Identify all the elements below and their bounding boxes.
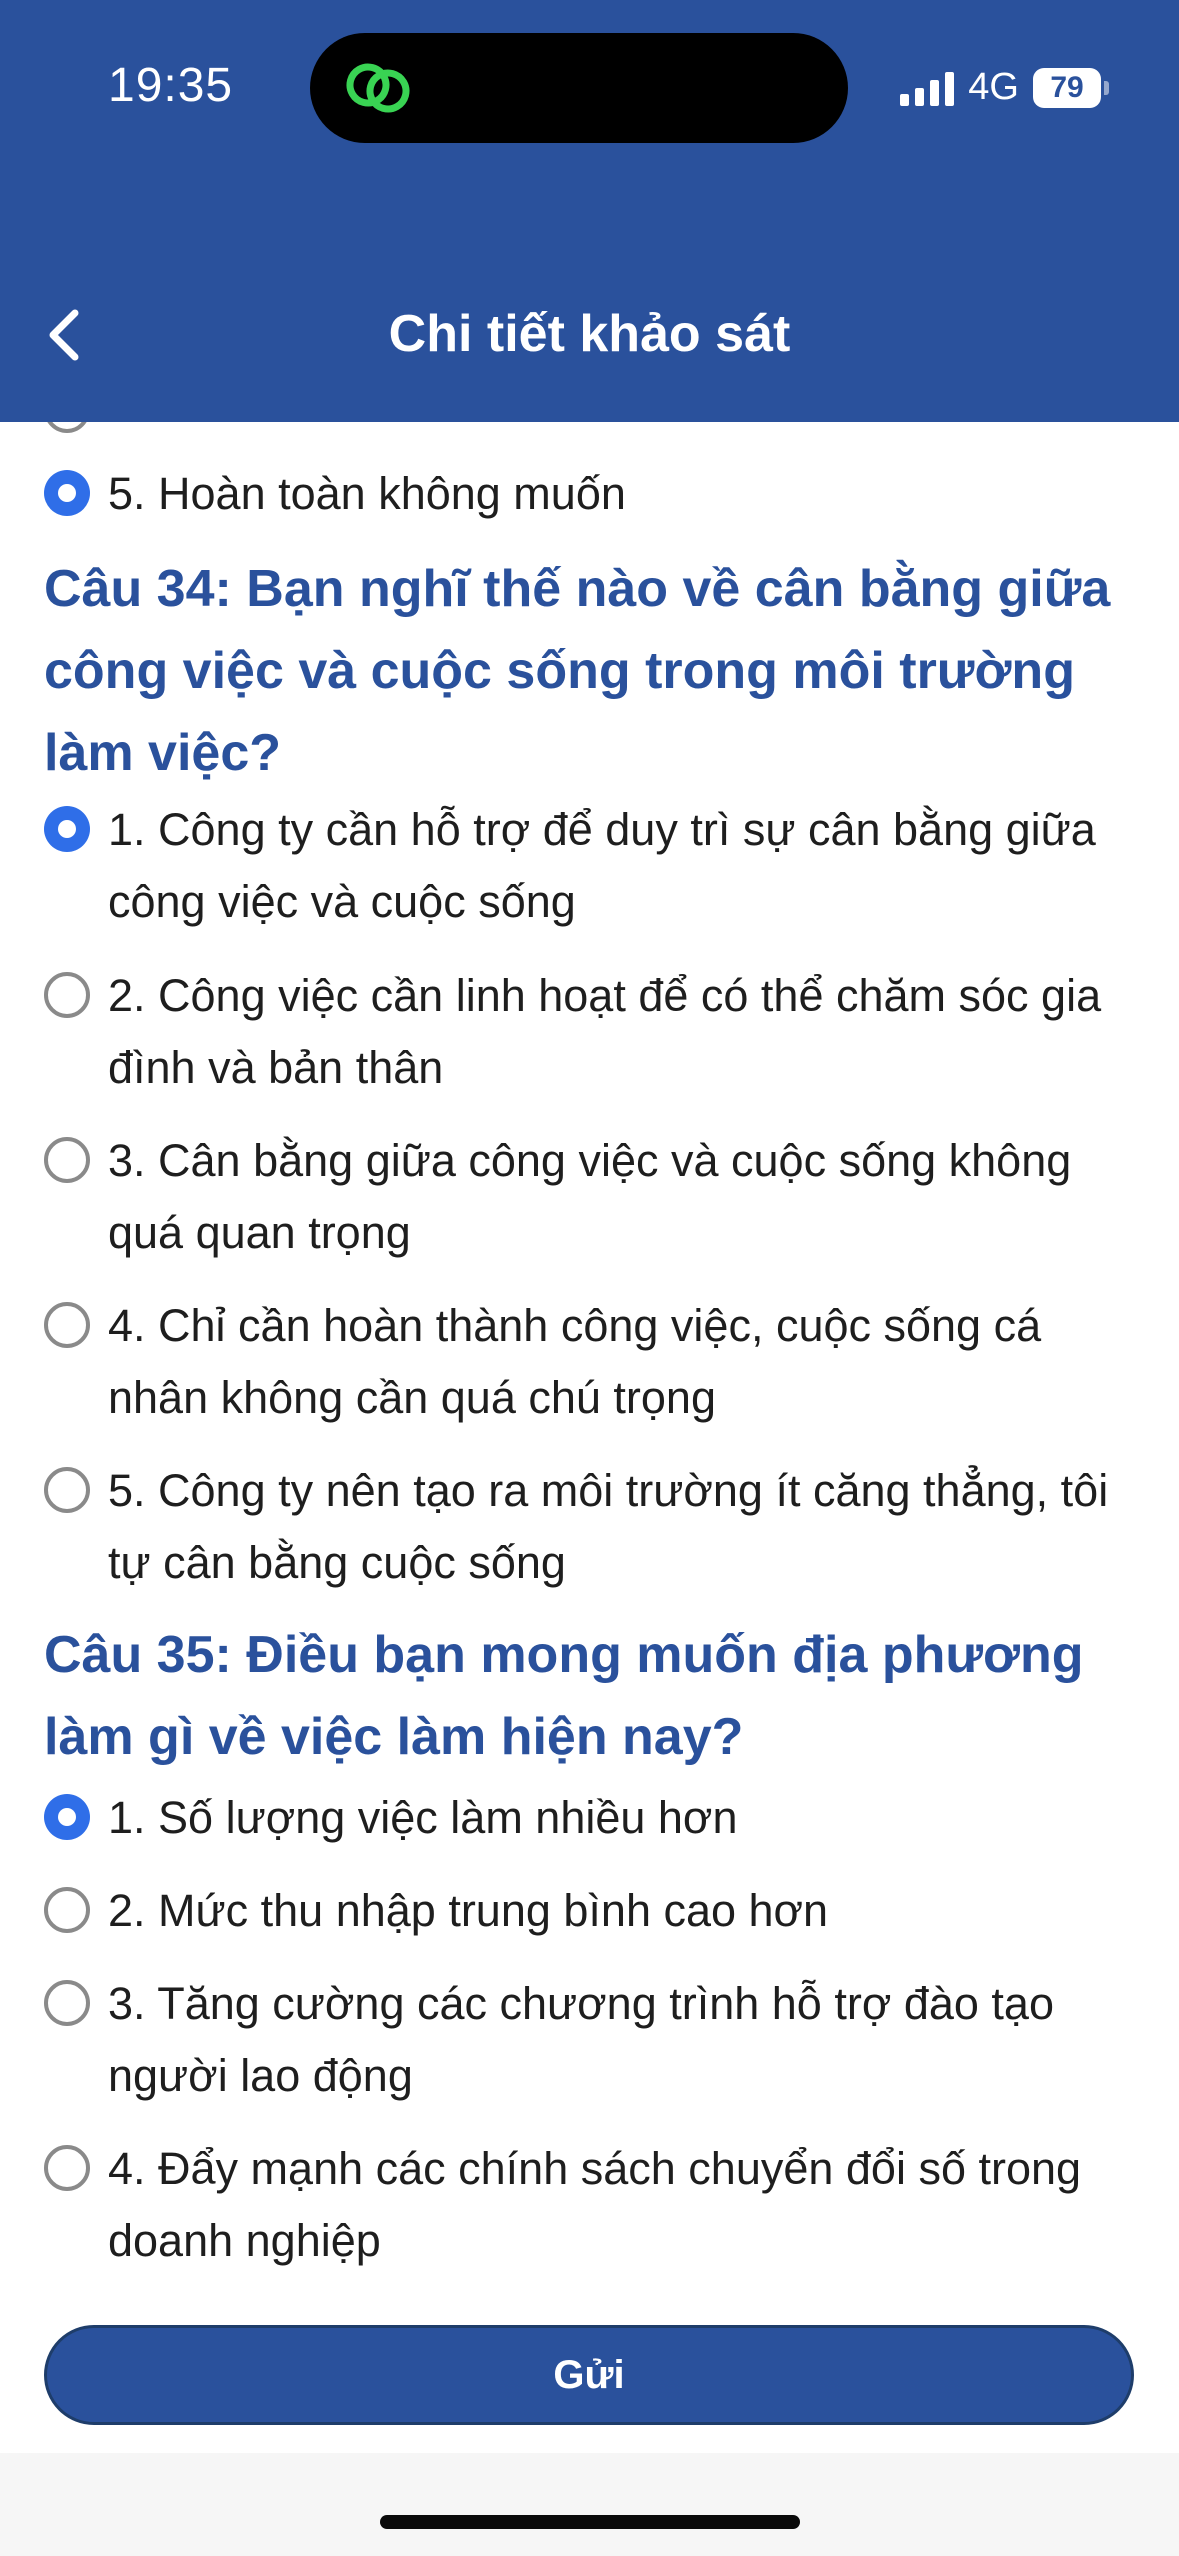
option-q34-3[interactable]: 3. Cân bằng giữa công việc và cuộc sống … [44, 1125, 1144, 1269]
option-q35-1[interactable]: 1. Số lượng việc làm nhiều hơn [44, 1782, 1144, 1854]
radio-button[interactable] [44, 1887, 90, 1933]
question-35-title: Câu 35: Điều bạn mong muốn địa phương là… [44, 1626, 1084, 1766]
option-label: 1. Số lượng việc làm nhiều hơn [108, 1792, 738, 1843]
radio-button-checked[interactable] [44, 1794, 90, 1840]
radio-button[interactable] [44, 1980, 90, 2026]
bottom-safe-area [0, 2453, 1179, 2556]
radio-button[interactable] [44, 1137, 90, 1183]
link-rings-icon [346, 63, 410, 113]
radio-button[interactable] [44, 972, 90, 1018]
option-q34-5[interactable]: 5. Công ty nên tạo ra môi trường ít căng… [44, 1455, 1144, 1599]
option-label: 3. Tăng cường các chương trình hỗ trợ đà… [108, 1978, 1054, 2101]
page-title: Chi tiết khảo sát [388, 305, 791, 363]
radio-button-checked[interactable] [44, 470, 90, 516]
radio-button[interactable] [44, 2145, 90, 2191]
question-34-title: Câu 34: Bạn nghĩ thế nào về cân bằng giữ… [44, 560, 1111, 782]
submit-button[interactable]: Gửi [44, 2325, 1134, 2425]
option-label: 4. Đẩy mạnh các chính sách chuyển đổi số… [108, 2143, 1082, 2266]
option-label: 1. Công ty cần hỗ trợ để duy trì sự cân … [108, 804, 1096, 927]
radio-button-checked[interactable] [44, 806, 90, 852]
option-q35-4[interactable]: 4. Đẩy mạnh các chính sách chuyển đổi số… [44, 2133, 1144, 2277]
dynamic-island [310, 33, 848, 143]
app-header: 19:35 4G 79 Chi tiết khảo sát [0, 0, 1179, 422]
status-time: 19:35 [108, 59, 234, 112]
network-type: 4G [968, 66, 1019, 108]
option-q34-1[interactable]: 1. Công ty cần hỗ trợ để duy trì sự cân … [44, 794, 1144, 938]
option-q35-3[interactable]: 3. Tăng cường các chương trình hỗ trợ đà… [44, 1968, 1144, 2112]
status-indicators: 4G 79 [900, 66, 1109, 109]
home-indicator[interactable] [380, 2515, 800, 2529]
signal-strength-icon [900, 70, 955, 106]
option-label: 4. Chỉ cần hoàn thành công việc, cuộc số… [108, 1300, 1042, 1423]
option-q33-5[interactable]: 5. Hoàn toàn không muốn [44, 458, 1144, 530]
option-label: 5. Hoàn toàn không muốn [108, 468, 626, 519]
option-q34-2[interactable]: 2. Công việc cần linh hoạt để có thể chă… [44, 960, 1144, 1104]
option-label: 3. Cân bằng giữa công việc và cuộc sống … [108, 1135, 1072, 1258]
option-label: 2. Mức thu nhập trung bình cao hơn [108, 1885, 829, 1936]
option-label: 2. Công việc cần linh hoạt để có thể chă… [108, 970, 1102, 1093]
option-q35-2[interactable]: 2. Mức thu nhập trung bình cao hơn [44, 1875, 1144, 1947]
radio-button[interactable] [44, 1467, 90, 1513]
option-q34-4[interactable]: 4. Chỉ cần hoàn thành công việc, cuộc số… [44, 1290, 1144, 1434]
option-label: 5. Công ty nên tạo ra môi trường ít căng… [108, 1465, 1109, 1588]
radio-button[interactable] [44, 1302, 90, 1348]
battery-icon: 79 [1033, 67, 1109, 108]
